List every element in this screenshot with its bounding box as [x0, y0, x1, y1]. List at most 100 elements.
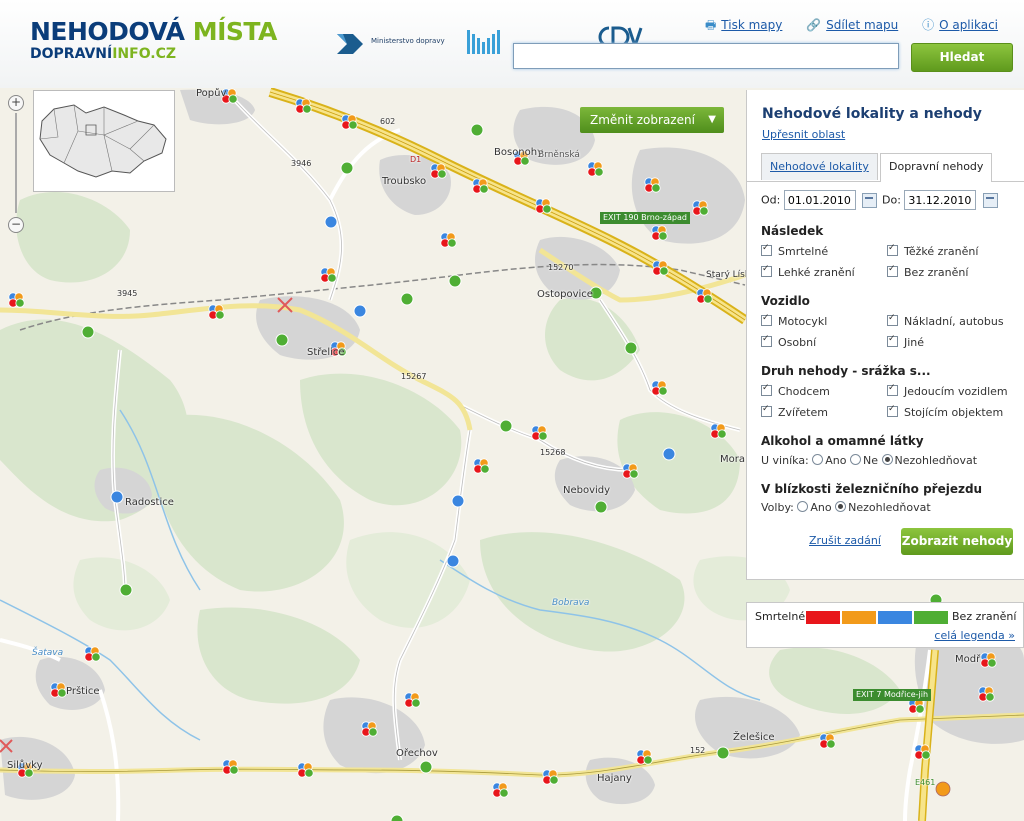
accident-marker[interactable]: [446, 554, 460, 568]
full-legend-link[interactable]: celá legenda »: [934, 629, 1015, 642]
accident-cluster-marker[interactable]: [361, 721, 378, 737]
search-input[interactable]: [513, 43, 899, 69]
tab-accidents[interactable]: Dopravní nehody: [880, 153, 993, 182]
checkbox-fatal[interactable]: Smrtelné: [761, 243, 828, 258]
accident-marker[interactable]: [451, 494, 465, 508]
accident-cluster-marker[interactable]: [914, 744, 931, 760]
accident-cluster-marker[interactable]: [692, 200, 709, 216]
tab-localities[interactable]: Nehodové lokality: [761, 153, 878, 180]
checkbox-no-injury[interactable]: Bez zranění: [887, 264, 968, 279]
railway-label: Volby:: [761, 501, 794, 514]
accident-cluster-marker[interactable]: [978, 686, 995, 702]
calendar-icon[interactable]: [982, 193, 998, 208]
accident-cluster-marker[interactable]: [295, 98, 312, 114]
accident-cluster-marker[interactable]: [636, 749, 653, 765]
accident-cluster-marker[interactable]: [208, 304, 225, 320]
accident-cluster-marker[interactable]: [430, 163, 447, 179]
print-map-link[interactable]: 🖶 Tisk mapy: [705, 18, 782, 32]
reset-link[interactable]: Zrušit zadání: [809, 534, 881, 547]
accident-cluster-marker[interactable]: [222, 759, 239, 775]
about-link[interactable]: ⓘ O aplikaci: [922, 18, 998, 32]
ministry-logo[interactable]: Ministerstvo dopravy: [335, 30, 465, 70]
road-number-602: 602: [380, 117, 396, 126]
accident-cluster-marker[interactable]: [696, 288, 713, 304]
accident-marker[interactable]: [81, 325, 95, 339]
accident-marker[interactable]: [400, 292, 414, 306]
accident-cluster-marker[interactable]: [404, 692, 421, 708]
checkbox-car[interactable]: Osobní: [761, 334, 816, 349]
accident-cluster-marker[interactable]: [622, 463, 639, 479]
checkbox-truck-bus[interactable]: Nákladní, autobus: [887, 313, 1004, 328]
accident-marker-dot: [302, 104, 312, 114]
accident-marker[interactable]: [594, 500, 608, 514]
zoom-out-button[interactable]: −: [8, 217, 24, 233]
checkbox-severe-injury[interactable]: Těžké zranění: [887, 243, 978, 258]
date-to-label: Do:: [882, 193, 901, 207]
radio-alcohol-ignore[interactable]: [881, 454, 893, 465]
radio-railway-yes[interactable]: [797, 501, 809, 512]
radio-railway-ignore[interactable]: [835, 501, 847, 512]
checkbox-stationary-object[interactable]: Stojícím objektem: [887, 404, 1003, 419]
zoom-in-button[interactable]: +: [8, 95, 24, 111]
share-map-link[interactable]: 🔗 Sdílet mapu: [806, 18, 898, 32]
accident-marker[interactable]: [448, 274, 462, 288]
accident-marker[interactable]: [716, 746, 730, 760]
accident-cluster-marker[interactable]: [652, 260, 669, 276]
accident-cluster-marker[interactable]: [341, 114, 358, 130]
accident-marker[interactable]: [935, 781, 951, 797]
accident-cluster-marker[interactable]: [542, 769, 559, 785]
search-button[interactable]: Hledat: [911, 43, 1013, 72]
accident-marker[interactable]: [324, 215, 338, 229]
accident-cluster-marker[interactable]: [587, 161, 604, 177]
accident-marker[interactable]: [390, 814, 404, 821]
accident-cluster-marker[interactable]: [980, 652, 997, 668]
accident-cluster-marker[interactable]: [535, 198, 552, 214]
change-view-button[interactable]: Změnit zobrazení ▼: [580, 107, 724, 133]
accident-marker[interactable]: [419, 760, 433, 774]
accident-cluster-marker[interactable]: [644, 177, 661, 193]
accident-cluster-marker[interactable]: [651, 225, 668, 241]
accident-cluster-marker[interactable]: [320, 267, 337, 283]
accident-marker[interactable]: [624, 341, 638, 355]
accident-marker-dot: [651, 183, 661, 193]
accident-cluster-marker[interactable]: [472, 178, 489, 194]
accident-cluster-marker[interactable]: [492, 782, 509, 798]
accident-marker[interactable]: [275, 333, 289, 347]
app-logo[interactable]: NEHODOVÁ MÍSTA DOPRAVNÍINFO.CZ: [30, 18, 277, 63]
accident-marker-dot: [348, 120, 358, 130]
radio-alcohol-no[interactable]: [850, 454, 861, 465]
accident-cluster-marker[interactable]: [8, 292, 25, 308]
checkbox-motorcycle[interactable]: Motocykl: [761, 313, 827, 328]
date-to-input[interactable]: [904, 190, 977, 210]
road-number-3946: 3946: [291, 159, 312, 168]
checkbox-light-injury[interactable]: Lehké zranění: [761, 264, 855, 279]
refine-area-link[interactable]: Upřesnit oblast: [762, 128, 845, 141]
accident-marker[interactable]: [110, 490, 124, 504]
accident-marker[interactable]: [340, 161, 354, 175]
zoom-slider-track[interactable]: [15, 113, 17, 213]
accident-cluster-marker[interactable]: [84, 646, 101, 662]
checkbox-moving-vehicle[interactable]: Jedoucím vozidlem: [887, 383, 1008, 398]
radio-alcohol-yes[interactable]: [812, 454, 824, 465]
checkbox-animal[interactable]: Zvířetem: [761, 404, 828, 419]
accident-cluster-marker[interactable]: [440, 232, 457, 248]
show-accidents-button[interactable]: Zobrazit nehody: [901, 528, 1013, 555]
calendar-icon[interactable]: [862, 193, 878, 208]
accident-cluster-marker[interactable]: [473, 458, 490, 474]
date-from-input[interactable]: [783, 190, 856, 210]
accident-marker[interactable]: [662, 447, 676, 461]
accident-marker[interactable]: [119, 583, 133, 597]
checkbox-other-vehicle[interactable]: Jiné: [887, 334, 924, 349]
accident-cluster-marker[interactable]: [297, 762, 314, 778]
accident-cluster-marker[interactable]: [819, 733, 836, 749]
accident-marker[interactable]: [470, 123, 484, 137]
accident-marker-dot: [215, 310, 225, 320]
accident-cluster-marker[interactable]: [50, 682, 67, 698]
accident-cluster-marker[interactable]: [531, 425, 548, 441]
accident-cluster-marker[interactable]: [651, 380, 668, 396]
accident-marker[interactable]: [499, 419, 513, 433]
checkbox-pedestrian[interactable]: Chodcem: [761, 383, 830, 398]
accident-marker[interactable]: [353, 304, 367, 318]
accident-cluster-marker[interactable]: [710, 423, 727, 439]
overview-map[interactable]: [33, 90, 175, 192]
